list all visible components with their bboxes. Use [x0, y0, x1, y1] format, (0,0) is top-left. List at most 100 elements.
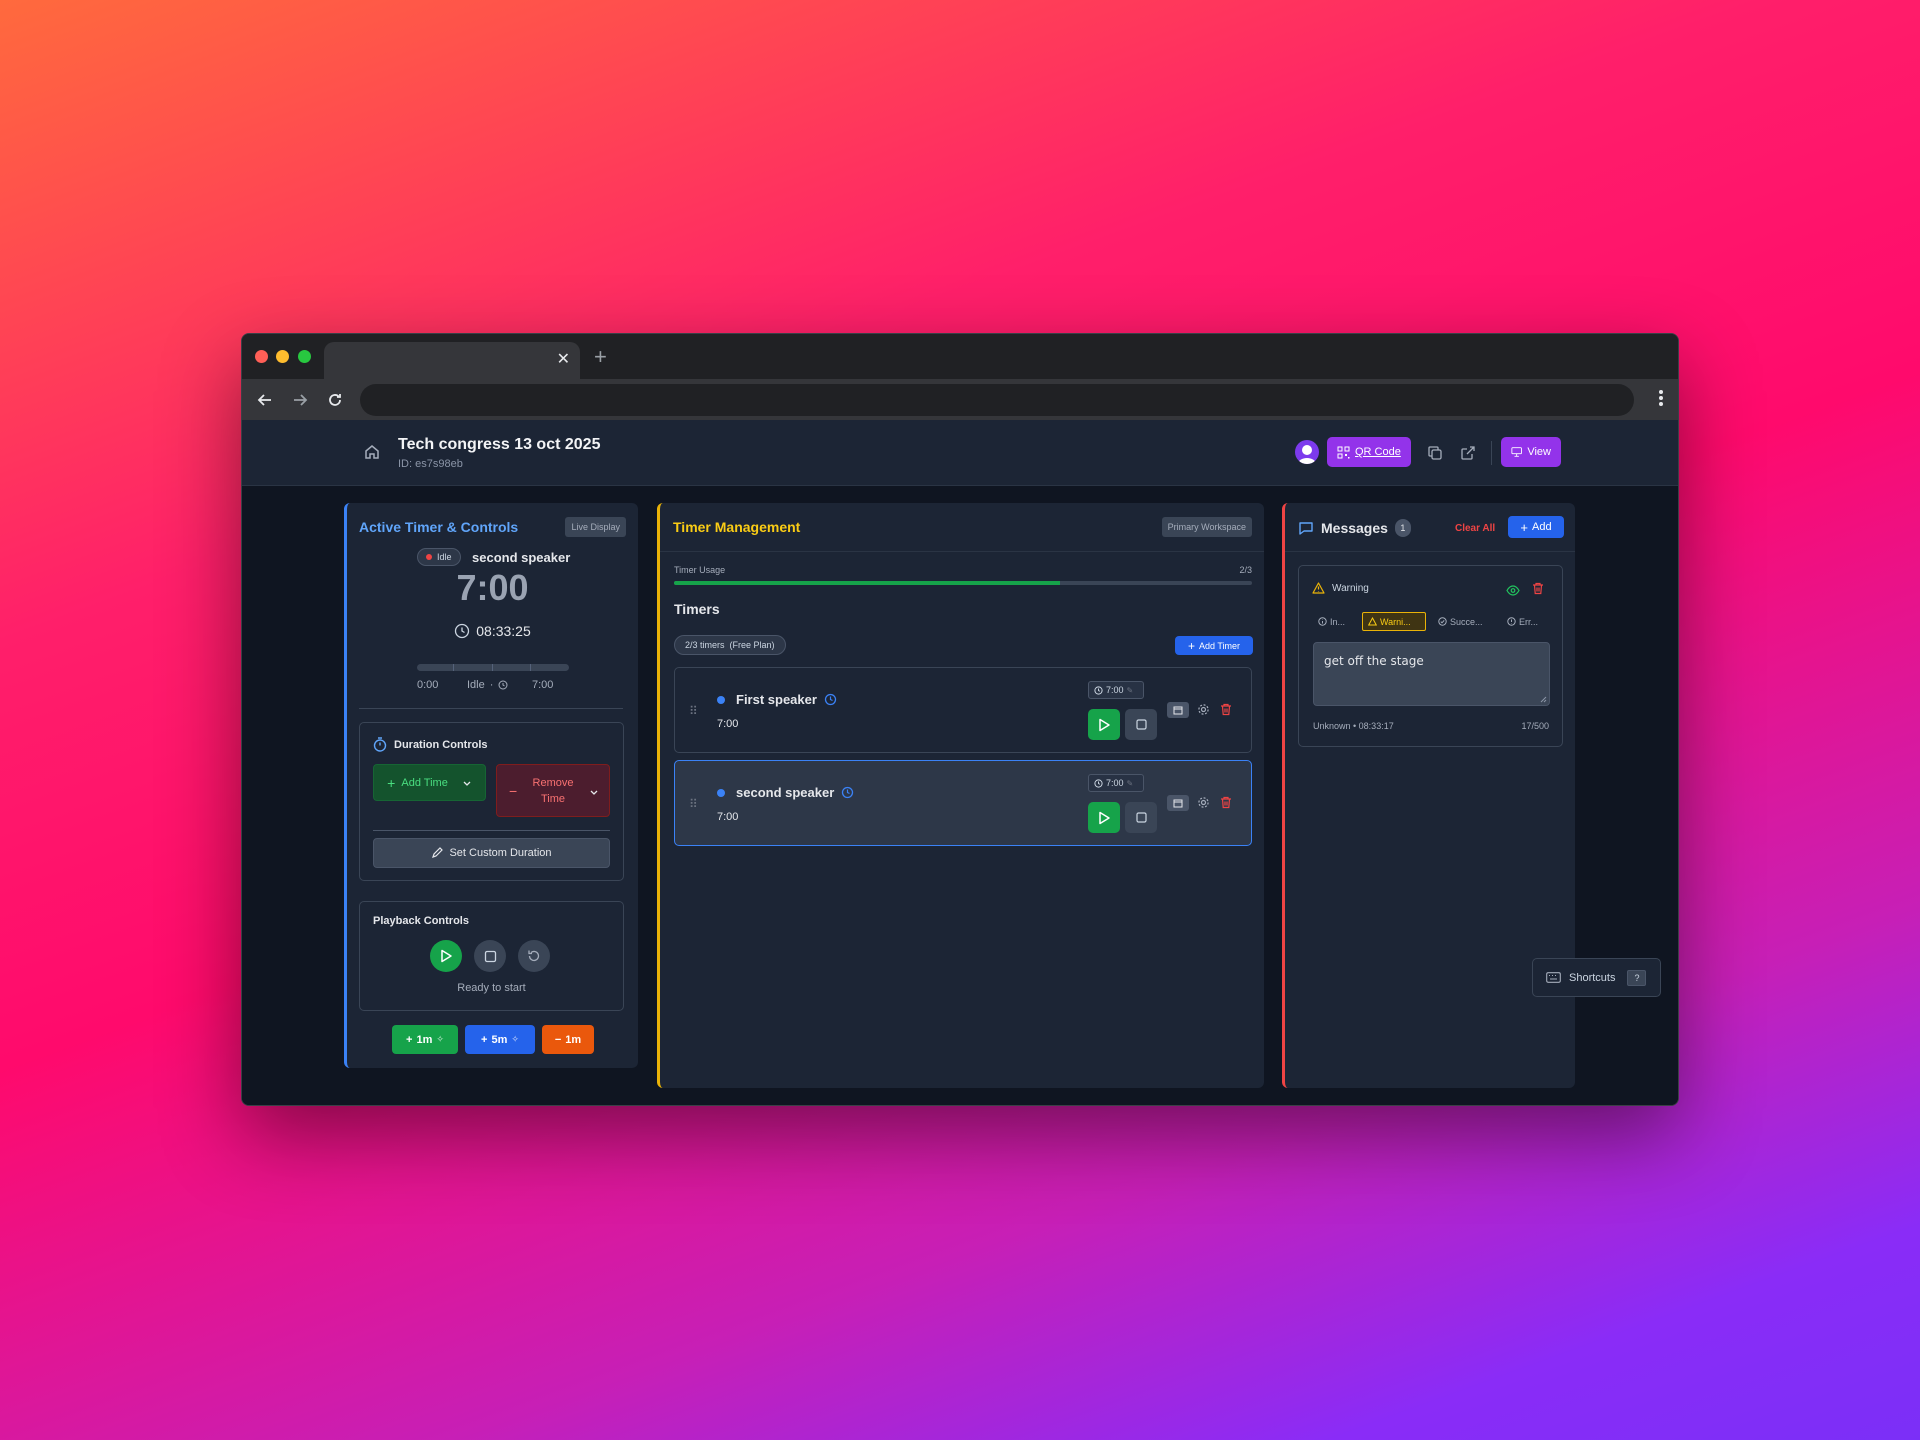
message-bubble-icon	[1299, 522, 1313, 535]
duration-controls-card: Duration Controls + Add Time − Remove Ti…	[359, 722, 624, 881]
add-message-label: Add	[1532, 521, 1552, 533]
message-type-row: Warning	[1312, 582, 1369, 594]
address-bar[interactable]	[360, 384, 1634, 416]
set-custom-duration-button[interactable]: Set Custom Duration	[373, 838, 610, 868]
stop-button[interactable]	[474, 940, 506, 972]
play-icon	[1098, 718, 1110, 731]
settings-icon[interactable]	[1197, 703, 1210, 721]
progress-tick	[492, 664, 493, 671]
message-type-tab-success[interactable]: Succe...	[1433, 612, 1488, 631]
timer-stop-button[interactable]	[1125, 802, 1157, 833]
remove-time-button[interactable]: − Remove Time	[496, 764, 610, 817]
maximize-window-icon[interactable]	[298, 350, 311, 363]
timer-count-chip: 2/3 timers (Free Plan)	[674, 635, 786, 655]
drag-handle-icon[interactable]: ⠿	[689, 704, 698, 718]
external-link-icon[interactable]	[1460, 445, 1476, 466]
timer-duration-chip[interactable]: 7:00 ✎	[1088, 774, 1144, 792]
trash-icon[interactable]	[1532, 582, 1544, 600]
browser-tab[interactable]: ✕	[324, 342, 580, 379]
settings-icon[interactable]	[1197, 796, 1210, 814]
calendar-icon	[1173, 706, 1183, 715]
browser-menu-icon[interactable]	[1658, 389, 1664, 412]
duration-controls-header: Duration Controls	[373, 737, 488, 752]
message-type-tab-error[interactable]: Err...	[1502, 612, 1543, 631]
set-custom-duration-label: Set Custom Duration	[449, 847, 552, 859]
quick-add-5m-button[interactable]: + 5m ✧	[465, 1025, 535, 1054]
timer-duration-chip[interactable]: 7:00 ✎	[1088, 681, 1144, 699]
event-id: ID: es7s98eb	[398, 458, 463, 470]
timer-card-second-speaker[interactable]: ⠿ second speaker 7:00 7:00 ✎	[674, 760, 1252, 846]
header-divider	[1491, 441, 1492, 465]
info-icon	[1318, 617, 1327, 626]
reload-icon[interactable]	[324, 389, 346, 411]
forward-icon[interactable]	[289, 389, 311, 411]
sparkle-icon: ✧	[511, 1034, 519, 1044]
timer-play-button[interactable]	[1088, 802, 1120, 833]
timer-management-title: Timer Management	[673, 519, 801, 535]
add-message-button[interactable]: + Add	[1508, 516, 1564, 538]
message-textarea[interactable]: get off the stage	[1313, 642, 1550, 706]
message-type-label: Warning	[1332, 582, 1369, 594]
messages-panel: Messages 1 Clear All + Add Warning In...…	[1282, 503, 1575, 1088]
reset-icon	[528, 950, 540, 962]
active-timer-panel: Active Timer & Controls Live Display Idl…	[344, 503, 638, 1068]
left-divider	[359, 708, 623, 709]
resize-handle-icon[interactable]	[1539, 695, 1547, 703]
clock-icon	[1094, 778, 1103, 788]
close-window-icon[interactable]	[255, 350, 268, 363]
user-avatar[interactable]	[1295, 440, 1319, 464]
add-timer-button[interactable]: + Add Timer	[1175, 636, 1253, 655]
clear-all-button[interactable]: Clear All	[1455, 523, 1495, 534]
message-char-count: 17/500	[1521, 721, 1549, 731]
copy-icon[interactable]	[1427, 445, 1443, 466]
back-icon[interactable]	[254, 389, 276, 411]
plus-icon: +	[387, 774, 396, 791]
chevron-down-icon	[590, 790, 598, 795]
eye-icon[interactable]	[1506, 583, 1520, 601]
minimize-window-icon[interactable]	[276, 350, 289, 363]
timer-play-button[interactable]	[1088, 709, 1120, 740]
small-clock-icon	[498, 680, 508, 690]
timer-calendar-button[interactable]	[1167, 795, 1189, 811]
reset-button[interactable]	[518, 940, 550, 972]
message-type-tab-info[interactable]: In...	[1313, 612, 1350, 631]
current-clock: 08:33:25	[476, 623, 531, 639]
timer-chip-value: 7:00	[1106, 685, 1124, 695]
home-icon[interactable]	[363, 443, 381, 466]
qr-code-button[interactable]: QR Code	[1327, 437, 1411, 467]
timer-card-first-speaker[interactable]: ⠿ First speaker 7:00 7:00 ✎	[674, 667, 1252, 753]
view-button[interactable]: View	[1501, 437, 1561, 467]
trash-icon[interactable]	[1220, 796, 1232, 814]
progress-mid-label-row: Idle ·	[467, 679, 508, 691]
message-text: get off the stage	[1324, 654, 1424, 668]
timer-stop-button[interactable]	[1125, 709, 1157, 740]
qr-code-icon	[1337, 446, 1350, 458]
quick-remove-1m-button[interactable]: − 1m	[542, 1025, 594, 1054]
drag-handle-icon[interactable]: ⠿	[689, 797, 698, 811]
timers-heading: Timers	[674, 601, 720, 617]
add-time-button[interactable]: + Add Time	[373, 764, 486, 801]
add-time-label: Add Time	[401, 776, 448, 789]
progress-end-label: 7:00	[532, 679, 554, 691]
shortcuts-button[interactable]: Shortcuts ?	[1532, 958, 1661, 997]
keyboard-icon	[1546, 972, 1561, 983]
quick-label: 5m	[491, 1033, 508, 1046]
timer-progress-bar	[417, 664, 569, 671]
timer-name-row: second speaker	[736, 785, 854, 800]
edit-icon: ✎	[1126, 778, 1134, 788]
status-dot	[426, 554, 432, 560]
new-tab-button[interactable]: +	[594, 346, 607, 368]
quick-sign: +	[481, 1033, 488, 1046]
tab-label: Succe...	[1450, 616, 1483, 627]
timer-calendar-button[interactable]	[1167, 702, 1189, 718]
playback-controls-title: Playback Controls	[373, 915, 469, 927]
trash-icon[interactable]	[1220, 703, 1232, 721]
close-tab-icon[interactable]: ✕	[557, 351, 570, 369]
play-button[interactable]	[430, 940, 462, 972]
message-type-tab-warning[interactable]: Warni...	[1362, 612, 1426, 631]
sparkle-icon: ✧	[436, 1034, 444, 1044]
quick-add-1m-button[interactable]: + 1m ✧	[392, 1025, 458, 1054]
warning-icon	[1312, 582, 1325, 594]
add-timer-label: Add Timer	[1199, 640, 1241, 651]
timer-duration: 7:00	[717, 811, 739, 823]
